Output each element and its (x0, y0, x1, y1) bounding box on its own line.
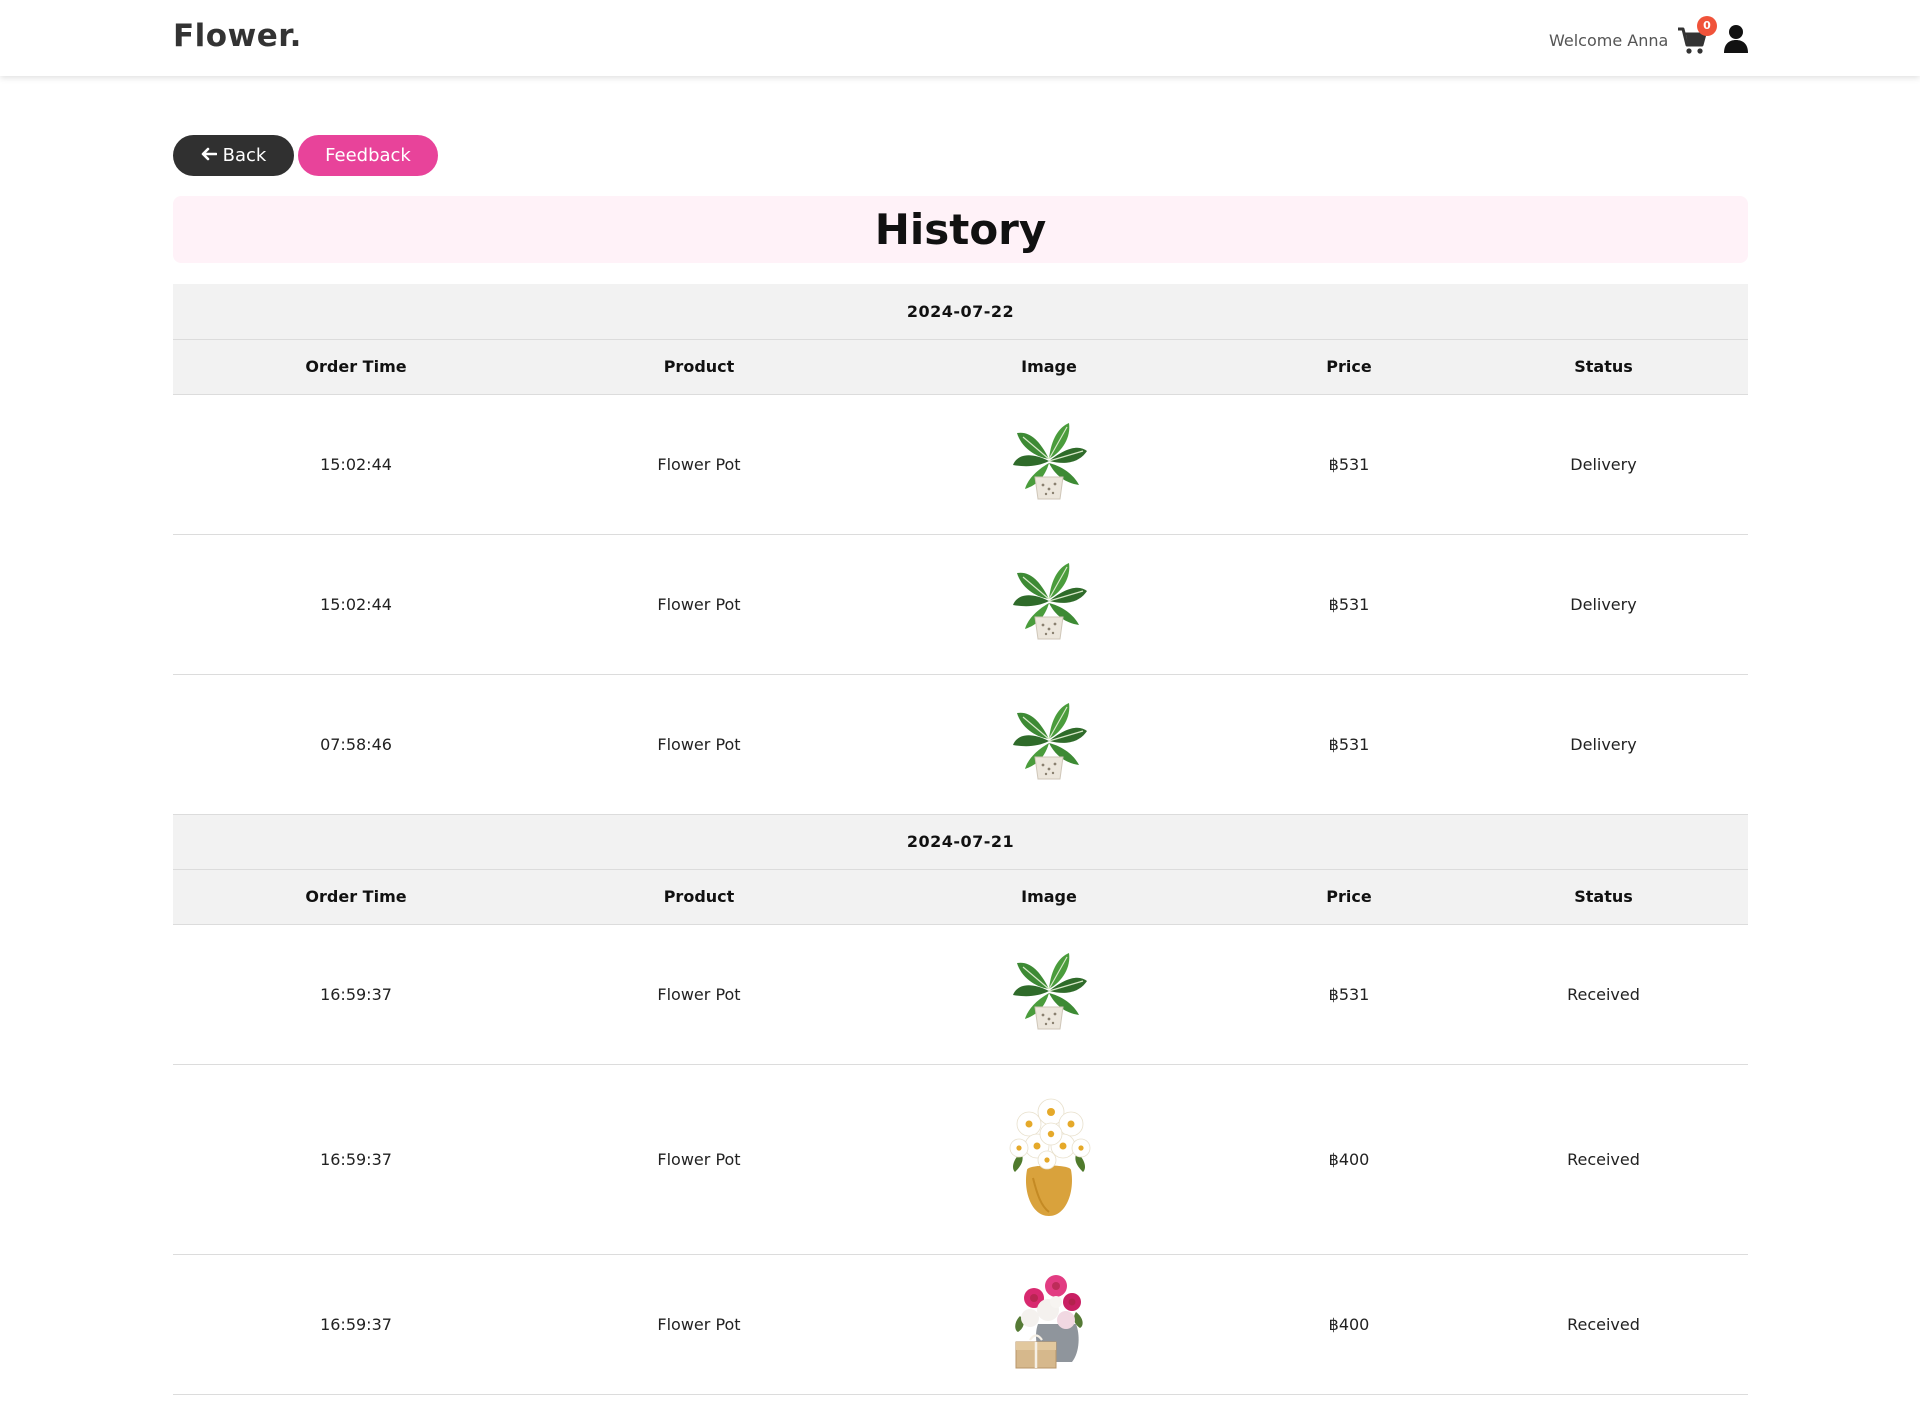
top-navbar: Flower. Welcome Anna 0 (0, 0, 1920, 76)
monstera-plant-image (1009, 561, 1089, 647)
order-time-cell: 16:59:37 (173, 924, 539, 1065)
feedback-button[interactable]: Feedback (298, 135, 438, 176)
date-group-header: 2024-07-21 (173, 814, 1748, 870)
monstera-plant-image (1009, 421, 1089, 507)
brand-logo[interactable]: Flower. (173, 18, 302, 54)
feedback-button-label: Feedback (325, 145, 411, 166)
price-cell: ฿531 (1239, 394, 1459, 535)
status-cell: Delivery (1459, 394, 1748, 535)
monstera-plant-image (1009, 951, 1089, 1037)
product-cell: Flower Pot (539, 394, 859, 535)
date-group-header: 2024-07-22 (173, 284, 1748, 340)
history-banner: History (173, 196, 1748, 263)
product-cell: Flower Pot (539, 674, 859, 815)
column-header-price: Price (1239, 869, 1459, 925)
status-cell: Received (1459, 924, 1748, 1065)
order-time-cell: 16:59:37 (173, 1254, 539, 1395)
welcome-text: Welcome Anna (1549, 31, 1669, 50)
order-time-cell: 16:59:37 (173, 1064, 539, 1255)
status-cell: Received (1459, 1064, 1748, 1255)
table-row: 07:58:46 Flower Pot ฿531 Delivery (173, 674, 1748, 815)
product-cell: Flower Pot (539, 534, 859, 675)
price-cell: ฿531 (1239, 534, 1459, 675)
arrow-left-icon (201, 145, 217, 166)
daisy-vase-image (1007, 1094, 1091, 1224)
group-date: 2024-07-21 (173, 814, 1748, 870)
column-header-image: Image (859, 339, 1239, 395)
product-image-cell (859, 674, 1239, 815)
cart-count-badge: 0 (1697, 16, 1717, 36)
table-row: 16:59:37 Flower Pot ฿531 Received (173, 924, 1748, 1065)
table-header-row: Order Time Product Image Price Status (173, 869, 1748, 925)
table-row: 16:59:37 Flower Pot ฿400 Received (173, 1064, 1748, 1255)
price-cell: ฿531 (1239, 674, 1459, 815)
column-header-status: Status (1459, 339, 1748, 395)
history-table: 2024-07-22 Order Time Product Image Price Sta… (173, 284, 1748, 1395)
product-image-cell (859, 534, 1239, 675)
product-cell: Flower Pot (539, 1254, 859, 1395)
table-row: 15:02:44 Flower Pot ฿531 Delivery (173, 534, 1748, 675)
product-image-cell (859, 394, 1239, 535)
group-date: 2024-07-22 (173, 284, 1748, 340)
column-header-image: Image (859, 869, 1239, 925)
status-cell: Delivery (1459, 674, 1748, 815)
product-image-cell (859, 1064, 1239, 1255)
user-icon[interactable] (1722, 24, 1750, 54)
product-cell: Flower Pot (539, 1064, 859, 1255)
column-header-product: Product (539, 339, 859, 395)
price-cell: ฿400 (1239, 1064, 1459, 1255)
column-header-product: Product (539, 869, 859, 925)
product-image-cell (859, 1254, 1239, 1395)
product-image-cell (859, 924, 1239, 1065)
order-time-cell: 15:02:44 (173, 534, 539, 675)
column-header-status: Status (1459, 869, 1748, 925)
back-button-label: Back (222, 145, 267, 166)
product-cell: Flower Pot (539, 924, 859, 1065)
history-table-container: 2024-07-22 Order Time Product Image Price Sta… (173, 284, 1748, 1395)
status-cell: Delivery (1459, 534, 1748, 675)
column-header-order-time: Order Time (173, 339, 539, 395)
back-button[interactable]: Back (173, 135, 294, 176)
price-cell: ฿400 (1239, 1254, 1459, 1395)
table-header-row: Order Time Product Image Price Status (173, 339, 1748, 395)
page-title: History (874, 205, 1047, 254)
order-time-cell: 07:58:46 (173, 674, 539, 815)
rose-vase-gift-image (1010, 1272, 1088, 1376)
monstera-plant-image (1009, 701, 1089, 787)
table-row: 16:59:37 Flower Pot ฿400 Received (173, 1254, 1748, 1395)
order-time-cell: 15:02:44 (173, 394, 539, 535)
table-row: 15:02:44 Flower Pot ฿531 Delivery (173, 394, 1748, 535)
column-header-price: Price (1239, 339, 1459, 395)
status-cell: Received (1459, 1254, 1748, 1395)
column-header-order-time: Order Time (173, 869, 539, 925)
price-cell: ฿531 (1239, 924, 1459, 1065)
